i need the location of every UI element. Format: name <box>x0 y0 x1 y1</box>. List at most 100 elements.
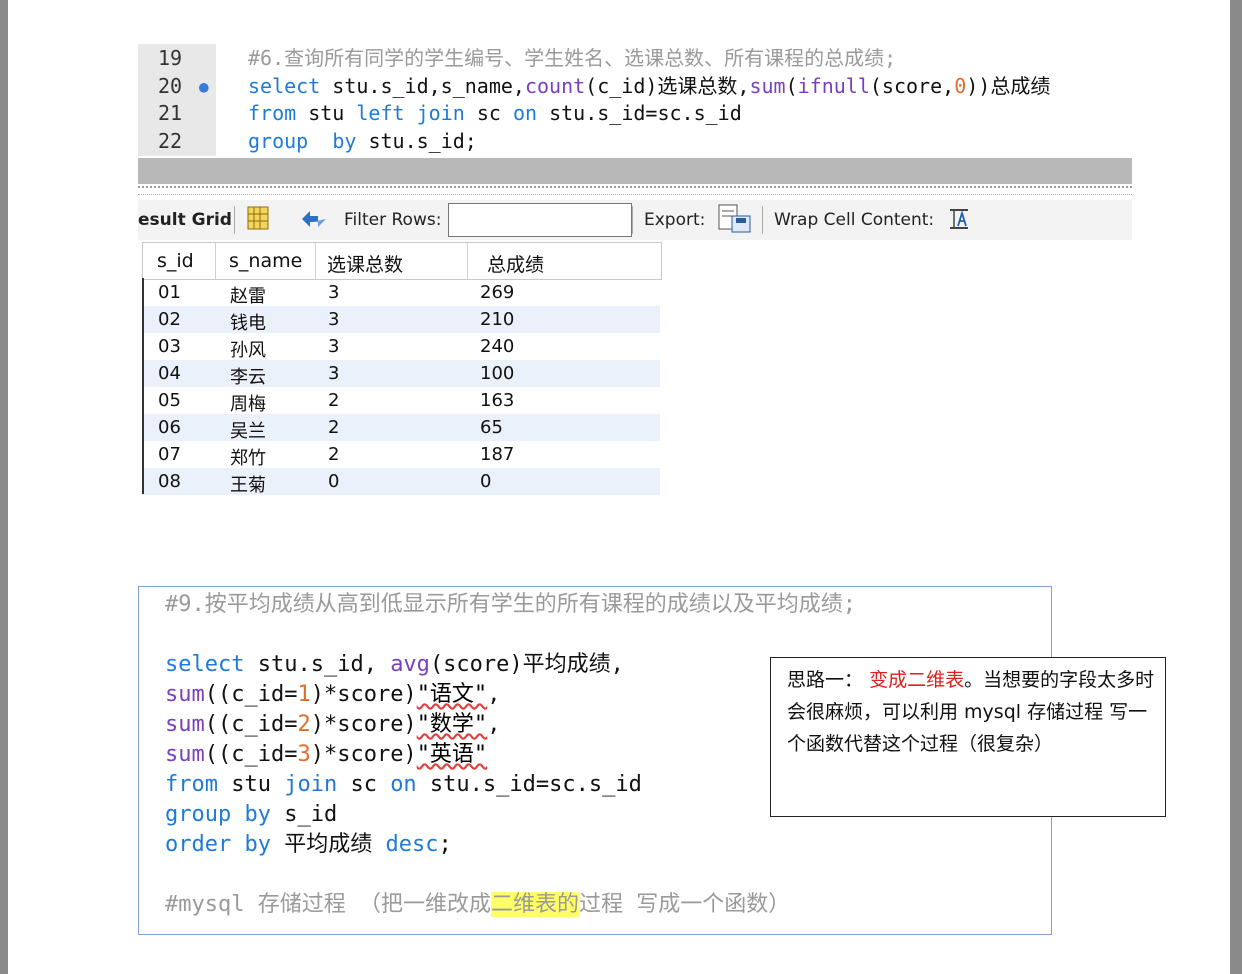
table-cell[interactable]: 210 <box>480 309 514 330</box>
note-prefix: 思路一： <box>787 669 864 691</box>
column-header-course-count[interactable]: 选课总数 <box>327 250 403 277</box>
editor-scroll-band <box>138 158 1132 184</box>
panel-splitter[interactable] <box>138 186 1132 195</box>
code-token: on <box>390 772 417 797</box>
table-row[interactable]: 03 孙风 3 240 <box>142 333 660 362</box>
code-token: sum <box>165 742 205 767</box>
grid-toggle-icon[interactable] <box>246 205 270 236</box>
table-row[interactable]: 08 王菊 0 0 <box>142 468 660 497</box>
table-cell[interactable]: 02 <box>158 309 181 330</box>
table-row[interactable]: 04 李云 3 100 <box>142 360 660 389</box>
column-header-total-score[interactable]: 总成绩 <box>487 250 544 277</box>
code-token: ; <box>438 832 452 857</box>
table-cell[interactable]: 08 <box>158 471 181 492</box>
table-row[interactable]: 07 郑竹 2 187 <box>142 441 660 470</box>
table-cell[interactable]: 赵雷 <box>230 282 266 308</box>
column-divider[interactable] <box>467 243 468 279</box>
filter-rows-input[interactable] <box>448 203 632 237</box>
table-cell[interactable]: 3 <box>328 309 339 330</box>
table-cell[interactable]: 269 <box>480 282 514 303</box>
code-token: select <box>165 652 245 677</box>
table-cell[interactable]: 07 <box>158 444 181 465</box>
sql-code-block-1: 19 #6.查询所有同学的学生编号、学生姓名、选课总数、所有课程的总成绩; 20 ● s… <box>138 44 1132 156</box>
code-token: (score, <box>869 74 955 98</box>
refresh-icon[interactable] <box>298 207 330 236</box>
table-cell[interactable]: 187 <box>480 444 514 465</box>
export-label: Export: <box>644 210 706 230</box>
code-text: group by stu.s_id; <box>248 128 477 155</box>
code-token: s_id <box>270 802 338 827</box>
table-cell[interactable]: 吴兰 <box>230 417 266 443</box>
code-line[interactable]: sum((c_id=2)*score)"数学", <box>165 710 500 740</box>
code-token: stu.s_id,s_name, <box>320 74 525 98</box>
wrap-cell-label: Wrap Cell Content: <box>774 210 935 230</box>
table-cell[interactable]: 05 <box>158 390 181 411</box>
table-cell[interactable]: 2 <box>328 444 339 465</box>
code-token: 平均成绩 <box>270 832 386 857</box>
table-row[interactable]: 05 周梅 2 163 <box>142 387 660 416</box>
column-header-s-id[interactable]: s_id <box>157 250 194 272</box>
column-header-s-name[interactable]: s_name <box>229 250 302 272</box>
wrap-cell-icon[interactable] <box>948 208 970 234</box>
note-box: 思路一： 变成二维表。当想要的字段太多时会很麻烦，可以利用 mysql 存储过程… <box>770 657 1166 817</box>
export-icon[interactable] <box>718 204 752 239</box>
table-cell[interactable]: 06 <box>158 417 181 438</box>
code-token: join <box>416 101 465 125</box>
table-cell[interactable]: 0 <box>480 471 491 492</box>
table-cell[interactable]: 04 <box>158 363 181 384</box>
table-cell[interactable]: 100 <box>480 363 514 384</box>
table-cell[interactable]: 65 <box>480 417 503 438</box>
code-token: join <box>284 772 338 797</box>
code-token: sum <box>165 682 205 707</box>
table-cell[interactable]: 2 <box>328 390 339 411</box>
table-cell[interactable]: 郑竹 <box>230 444 266 470</box>
code-line[interactable]: select stu.s_id, avg(score)平均成绩, <box>165 650 624 680</box>
code-line[interactable]: #9.按平均成绩从高到低显示所有学生的所有课程的成绩以及平均成绩; <box>165 590 856 620</box>
code-token: stu <box>296 101 357 125</box>
table-cell[interactable]: 周梅 <box>230 390 266 416</box>
table-cell[interactable]: 孙风 <box>230 336 266 362</box>
result-toolbar: esult Grid Filter Rows: Export: Wrap Cel… <box>138 200 1132 240</box>
table-row[interactable]: 06 吴兰 2 65 <box>142 414 660 443</box>
table-cell[interactable]: 0 <box>328 471 339 492</box>
code-token: )*score) <box>310 742 417 767</box>
result-grid-tab[interactable]: esult Grid <box>138 210 232 230</box>
line-number: 19 <box>158 46 183 70</box>
code-line[interactable]: group by s_id <box>165 800 337 830</box>
code-token: select <box>248 74 321 98</box>
code-line[interactable]: order by 平均成绩 desc; <box>165 830 452 860</box>
table-cell[interactable]: 240 <box>480 336 514 357</box>
code-token: by <box>332 129 357 153</box>
column-divider[interactable] <box>315 243 316 279</box>
code-token: group <box>165 802 232 827</box>
table-cell[interactable]: 2 <box>328 417 339 438</box>
code-token: stu.s_id; <box>356 129 477 153</box>
code-token: "语文" <box>416 682 488 707</box>
code-line[interactable]: sum((c_id=3)*score)"英语" <box>165 740 487 770</box>
filter-rows-label: Filter Rows: <box>344 210 442 230</box>
code-token: "数学" <box>416 712 488 737</box>
table-cell[interactable]: 3 <box>328 363 339 384</box>
table-cell[interactable]: 3 <box>328 336 339 357</box>
table-cell[interactable]: 3 <box>328 282 339 303</box>
column-divider[interactable] <box>215 243 216 279</box>
table-row[interactable]: 01 赵雷 3 269 <box>142 279 660 308</box>
toolbar-divider <box>632 206 633 234</box>
code-line[interactable]: #mysql 存储过程 （把一维改成二维表的过程 写成一个函数） <box>165 890 790 920</box>
breakpoint-dot-icon[interactable]: ● <box>199 73 209 100</box>
table-cell[interactable]: 01 <box>158 282 181 303</box>
code-token: )*score) <box>310 712 417 737</box>
code-token: (score)平均成绩, <box>429 652 624 677</box>
table-cell[interactable]: 王菊 <box>230 471 266 497</box>
table-cell[interactable]: 163 <box>480 390 514 411</box>
table-row[interactable]: 02 钱电 3 210 <box>142 306 660 335</box>
table-cell[interactable]: 钱电 <box>230 309 266 335</box>
code-line[interactable]: sum((c_id=1)*score)"语文", <box>165 680 500 710</box>
code-token: stu.s_id, <box>244 652 391 677</box>
document-page: 19 #6.查询所有同学的学生编号、学生姓名、选课总数、所有课程的总成绩; 20 ● s… <box>8 0 1230 974</box>
table-cell[interactable]: 李云 <box>230 363 266 389</box>
table-cell[interactable]: 03 <box>158 336 181 357</box>
code-token: group <box>248 129 309 153</box>
code-line[interactable]: from stu join sc on stu.s_id=sc.s_id <box>165 770 642 800</box>
toolbar-divider <box>762 206 763 234</box>
